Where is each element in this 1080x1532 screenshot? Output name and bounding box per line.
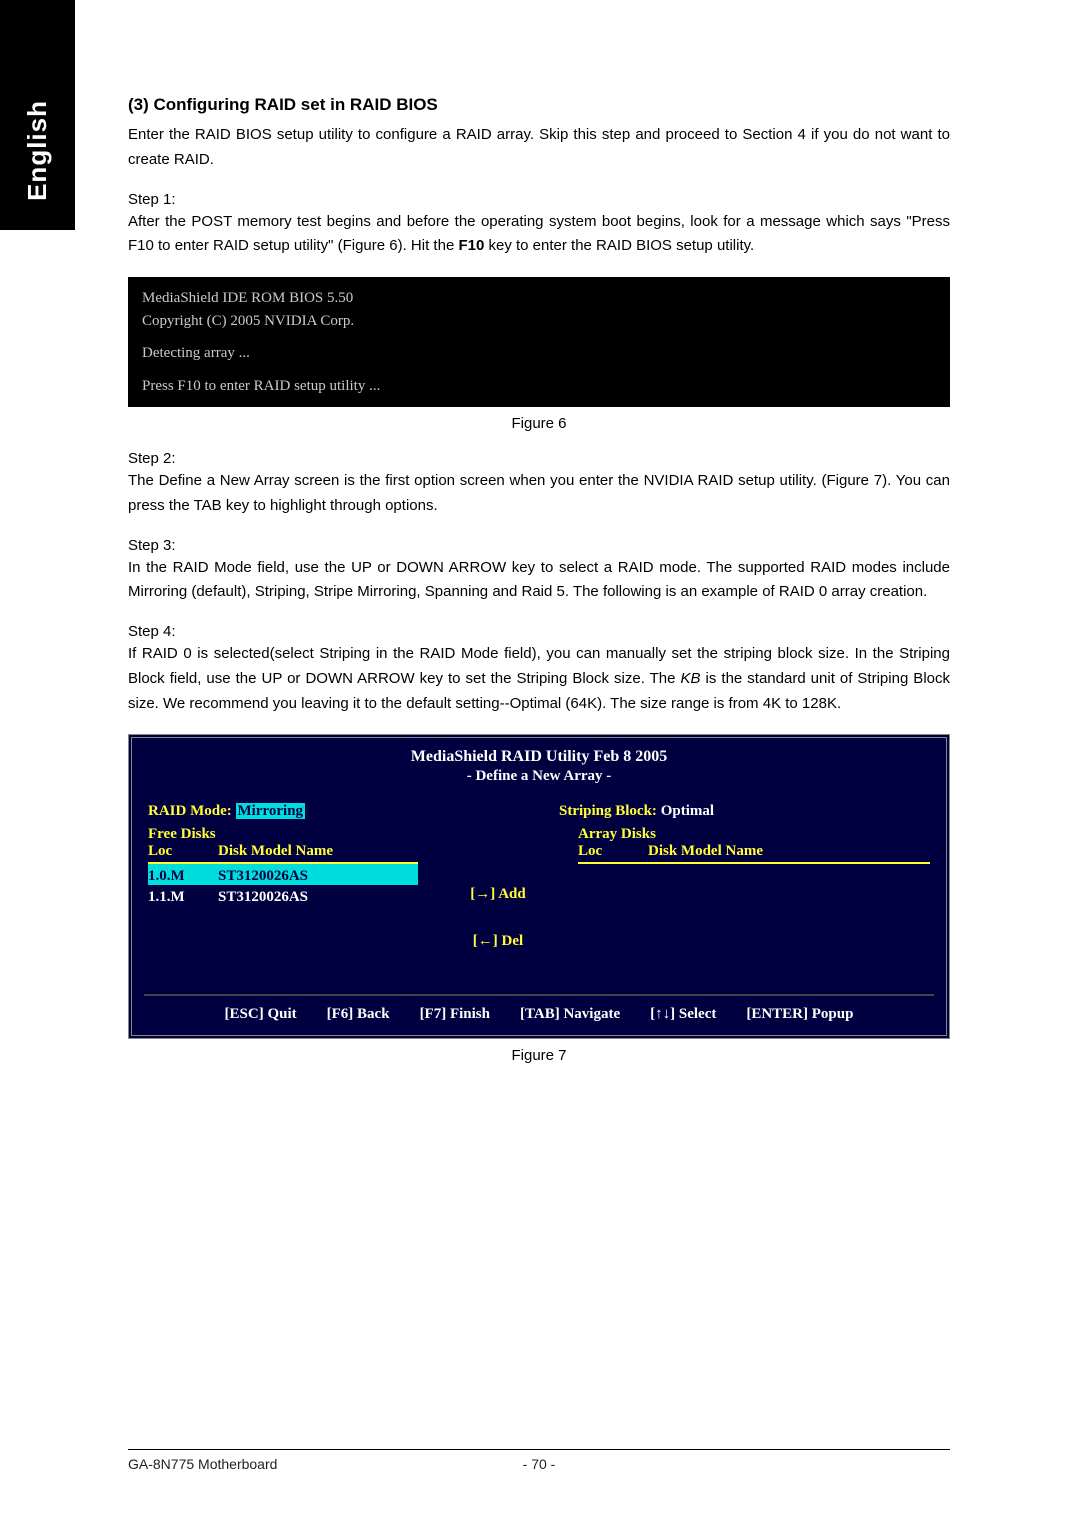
free-disk-2-loc: 1.1.M bbox=[148, 889, 218, 906]
striping-block-label: Striping Block: bbox=[559, 803, 657, 819]
key-f7-finish: [F7] Finish bbox=[420, 1006, 490, 1023]
bios-disks-row: Free Disks Loc Disk Model Name 1.0.M ST3… bbox=[132, 826, 946, 980]
striping-block-field[interactable]: Striping Block: Optimal bbox=[519, 803, 930, 820]
free-disks-col-head: Loc Disk Model Name bbox=[148, 843, 418, 864]
step2-label: Step 2: bbox=[128, 450, 950, 467]
step4-label: Step 4: bbox=[128, 623, 950, 640]
free-disk-row-2[interactable]: 1.1.M ST3120026AS bbox=[148, 885, 418, 906]
free-disk-1-loc: 1.0.M bbox=[148, 868, 218, 885]
raid-mode-label: RAID Mode: bbox=[148, 803, 232, 819]
figure6-caption: Figure 6 bbox=[128, 415, 950, 432]
boot-line-2: Copyright (C) 2005 NVIDIA Corp. bbox=[142, 310, 936, 333]
array-disks-heading: Array Disks bbox=[578, 826, 930, 843]
array-col-model: Disk Model Name bbox=[648, 843, 763, 860]
raid-mode-value: Mirroring bbox=[236, 803, 306, 819]
add-key-hint: [→] Add bbox=[418, 886, 578, 903]
key-f6-back: [F6] Back bbox=[327, 1006, 390, 1023]
footer-spacer bbox=[555, 1456, 950, 1472]
del-key-hint: [←] Del bbox=[418, 933, 578, 950]
free-disks-heading: Free Disks bbox=[148, 826, 418, 843]
raid-mode-field[interactable]: RAID Mode: Mirroring bbox=[148, 803, 519, 820]
step1-text: After the POST memory test begins and be… bbox=[128, 210, 950, 260]
array-disks-panel[interactable]: Array Disks Loc Disk Model Name bbox=[578, 826, 930, 864]
boot-line-4: Press F10 to enter RAID setup utility ..… bbox=[142, 375, 936, 398]
array-col-loc: Loc bbox=[578, 843, 648, 860]
key-esc-quit: [ESC] Quit bbox=[225, 1006, 297, 1023]
section-heading: (3) Configuring RAID set in RAID BIOS bbox=[128, 95, 950, 115]
step1-key: F10 bbox=[458, 237, 484, 254]
key-enter-popup: [ENTER] Popup bbox=[746, 1006, 853, 1023]
language-side-tab: English bbox=[0, 0, 75, 230]
free-disk-1-model: ST3120026AS bbox=[218, 868, 308, 885]
bios-mode-row: RAID Mode: Mirroring Striping Block: Opt… bbox=[132, 795, 946, 826]
free-disk-2-model: ST3120026AS bbox=[218, 889, 308, 906]
boot-line-1: MediaShield IDE ROM BIOS 5.50 bbox=[142, 287, 936, 310]
footer-product: GA-8N775 Motherboard bbox=[128, 1456, 523, 1472]
boot-line-3: Detecting array ... bbox=[142, 342, 936, 365]
array-disks-col-head: Loc Disk Model Name bbox=[578, 843, 930, 864]
main-content: (3) Configuring RAID set in RAID BIOS En… bbox=[128, 95, 950, 1082]
bios-add-del-column: [→] Add [←] Del bbox=[418, 826, 578, 980]
step3-label: Step 3: bbox=[128, 537, 950, 554]
step1-part-b: key to enter the RAID BIOS setup utility… bbox=[484, 237, 754, 254]
bios-title: MediaShield RAID Utility Feb 8 2005 bbox=[132, 738, 946, 768]
free-col-loc: Loc bbox=[148, 843, 218, 860]
free-col-model: Disk Model Name bbox=[218, 843, 333, 860]
step1-label: Step 1: bbox=[128, 191, 950, 208]
bios-subtitle: - Define a New Array - bbox=[132, 768, 946, 795]
footer-page-number: - 70 - bbox=[523, 1456, 556, 1472]
key-arrow-select: [↑↓] Select bbox=[650, 1006, 716, 1023]
intro-paragraph: Enter the RAID BIOS setup utility to con… bbox=[128, 123, 950, 173]
free-disks-panel[interactable]: Free Disks Loc Disk Model Name 1.0.M ST3… bbox=[148, 826, 418, 906]
striping-block-value: Optimal bbox=[661, 803, 714, 819]
page-footer: GA-8N775 Motherboard - 70 - bbox=[128, 1449, 950, 1472]
boot-message-block: MediaShield IDE ROM BIOS 5.50 Copyright … bbox=[128, 277, 950, 407]
bios-footer: [ESC] Quit [F6] Back [F7] Finish [TAB] N… bbox=[144, 994, 934, 1035]
language-label: English bbox=[22, 100, 53, 201]
step3-text: In the RAID Mode field, use the UP or DO… bbox=[128, 556, 950, 606]
free-disk-row-1[interactable]: 1.0.M ST3120026AS bbox=[148, 864, 418, 885]
key-tab-navigate: [TAB] Navigate bbox=[520, 1006, 620, 1023]
step4-text: If RAID 0 is selected(select Striping in… bbox=[128, 642, 950, 716]
bios-utility-screen: MediaShield RAID Utility Feb 8 2005 - De… bbox=[128, 734, 950, 1039]
step4-kb: KB bbox=[681, 670, 701, 687]
figure7-caption: Figure 7 bbox=[128, 1047, 950, 1064]
step2-text: The Define a New Array screen is the fir… bbox=[128, 469, 950, 519]
